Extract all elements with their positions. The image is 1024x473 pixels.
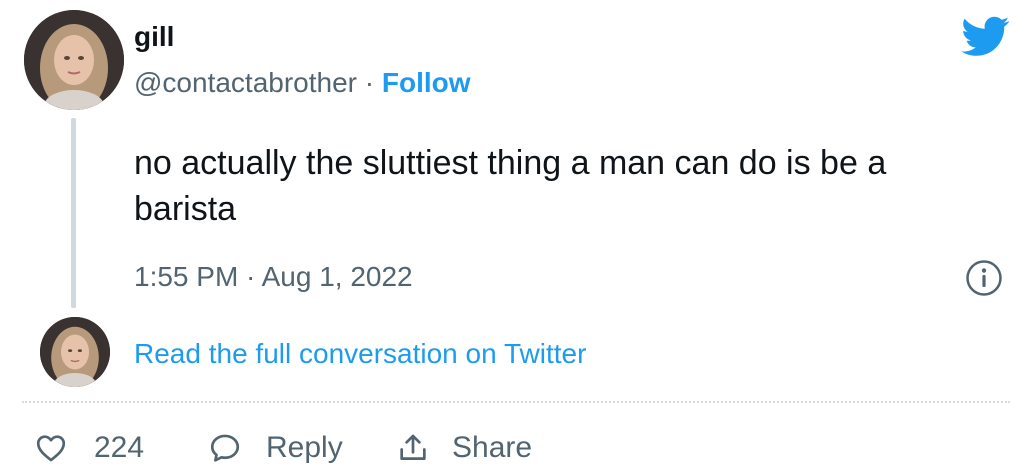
thread-line [71, 118, 76, 308]
like-button[interactable]: 224 [34, 426, 144, 470]
author-avatar[interactable] [24, 10, 124, 110]
read-full-conversation-link[interactable]: Read the full conversation on Twitter [134, 336, 586, 372]
speech-bubble-icon [208, 431, 242, 465]
avatar-photo [24, 10, 124, 110]
tweet-text: no actually the sluttiest thing a man ca… [134, 144, 887, 228]
tweet-timestamp[interactable]: 1:55 PM · Aug 1, 2022 [134, 258, 413, 296]
share-label: Share [452, 431, 533, 464]
share-icon [396, 431, 430, 465]
thread-avatar[interactable] [40, 317, 110, 387]
author-handle-row: @contactabrother · Follow [134, 64, 471, 102]
follow-button[interactable]: Follow [382, 67, 471, 98]
divider [22, 401, 1010, 404]
info-icon[interactable] [964, 258, 1004, 298]
reply-button[interactable]: Reply [208, 426, 343, 470]
avatar-photo [40, 317, 110, 387]
author-name[interactable]: gill [134, 20, 174, 54]
like-count: 224 [94, 431, 145, 464]
share-button[interactable]: Share [396, 426, 532, 470]
handle-separator: · [357, 67, 382, 98]
heart-icon [34, 431, 68, 465]
author-handle[interactable]: @contactabrother [134, 67, 357, 98]
twitter-bird-icon[interactable] [958, 12, 1014, 60]
reply-label: Reply [266, 431, 343, 464]
